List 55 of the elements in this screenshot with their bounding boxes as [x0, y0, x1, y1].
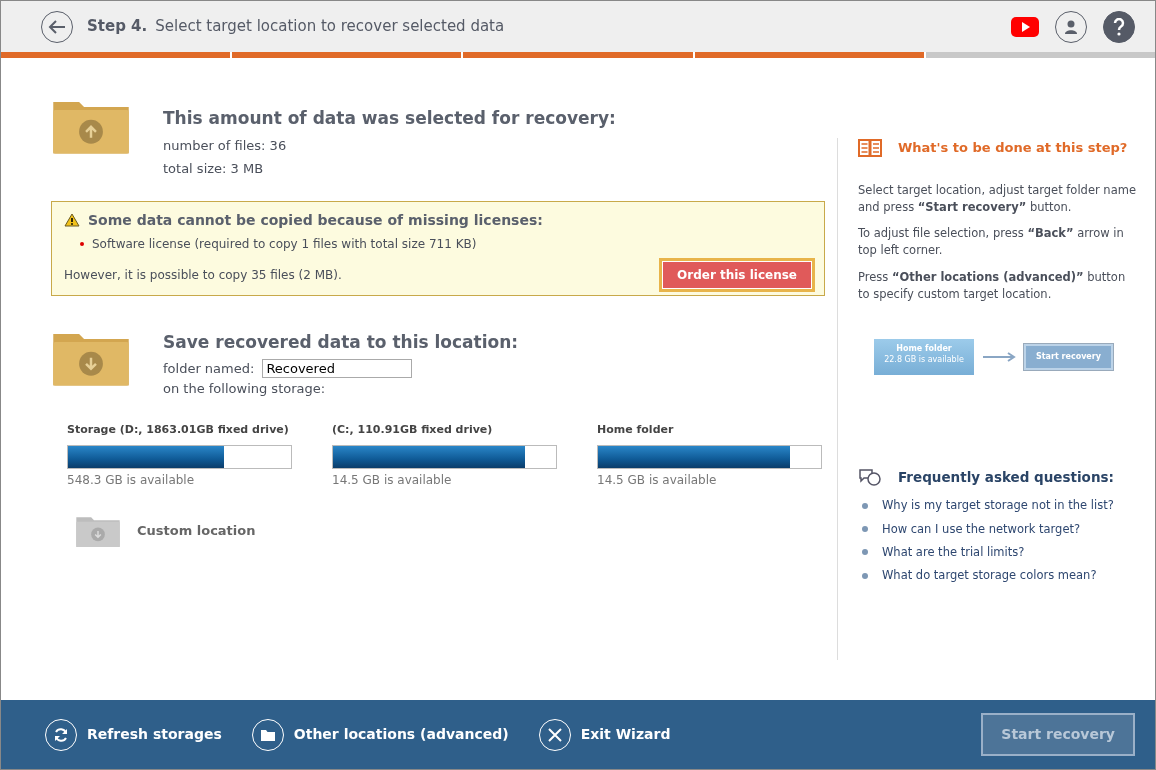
footer-action-button[interactable]: Refresh storages	[45, 718, 222, 751]
footer-action-button[interactable]: Other locations (advanced)	[251, 718, 509, 751]
selection-detail: number of files: 36	[163, 136, 288, 155]
chat-bubbles-icon	[858, 468, 882, 487]
folder-name-label: folder named:	[163, 360, 255, 378]
arrow-icon	[982, 352, 1016, 362]
help-paragraph: Press “Other locations (advanced)” button to specify custom target location.	[858, 268, 1127, 303]
target-heading: Save recovered data to this location:	[163, 330, 519, 354]
video-play-icon[interactable]	[1011, 16, 1039, 37]
step-number: Step 4.	[87, 16, 148, 38]
storage-bar[interactable]	[597, 444, 822, 469]
bullet-icon	[80, 241, 84, 246]
storage-name[interactable]: Storage (D:, 1863.01GB fixed drive)	[67, 422, 292, 439]
help-button[interactable]	[1103, 10, 1135, 43]
faq-link[interactable]: How can I use the network target?	[882, 520, 1081, 538]
help-heading: What's to be done at this step?	[898, 139, 1128, 157]
faq-link[interactable]: Why is my target storage not in the list?	[882, 497, 1114, 515]
faq-link[interactable]: What do target storage colors mean?	[882, 567, 1097, 585]
footer-action-button[interactable]: Exit Wizard	[538, 718, 671, 751]
selection-heading: This amount of data was selected for recovery:	[163, 107, 616, 130]
back-arrow-icon	[48, 19, 66, 34]
bullet-icon	[862, 549, 868, 556]
storage-available: 14.5 GB is available	[597, 471, 718, 489]
license-item: Software license (required to copy 1 files with total size 711 KB)	[92, 235, 477, 253]
custom-location-option[interactable]: Custom location	[137, 521, 256, 541]
help-paragraph: Select target location, adjust target folder name and press “Start recovery” button.	[858, 181, 1137, 216]
start-recovery-illustration: Start recovery	[1024, 344, 1113, 370]
step-title: Select target location to recover selected data	[155, 16, 505, 38]
storage-bar[interactable]	[332, 444, 557, 469]
question-mark-icon	[1113, 17, 1125, 36]
storage-bar[interactable]	[67, 444, 292, 469]
help-paragraph: To adjust file selection, press “Back” arrow in top left corner.	[858, 225, 1125, 260]
folder-icon	[260, 728, 275, 741]
storage-available: 14.5 GB is available	[332, 471, 453, 489]
selection-detail: total size: 3 MB	[163, 160, 265, 178]
storage-name[interactable]: Home folder	[597, 422, 822, 439]
storage-name[interactable]: (C:, 110.91GB fixed drive)	[332, 422, 557, 439]
bullet-icon	[862, 526, 868, 533]
storage-tile-illustration: Home folder 22.8 GB is available	[874, 339, 974, 375]
folder-name-field[interactable]: Recovered	[262, 359, 413, 379]
folder-icon	[75, 514, 121, 548]
close-icon	[547, 727, 562, 742]
bullet-icon	[862, 572, 868, 579]
warning-icon	[64, 213, 80, 227]
order-license-button[interactable]: Order this license	[662, 260, 812, 289]
book-icon	[858, 138, 882, 157]
faq-link[interactable]: What are the trial limits?	[882, 543, 1025, 561]
warning-note: However, it is possible to copy 35 files (2 MB).	[64, 266, 342, 284]
storage-label: on the following storage:	[163, 379, 327, 398]
refresh-icon	[53, 726, 69, 743]
faq-heading: Frequently asked questions:	[898, 468, 1114, 487]
warning-heading: Some data cannot be copied because of missing licenses:	[88, 210, 543, 230]
user-icon	[1064, 18, 1078, 35]
storage-available: 548.3 GB is available	[67, 471, 196, 489]
bullet-icon	[862, 502, 868, 509]
